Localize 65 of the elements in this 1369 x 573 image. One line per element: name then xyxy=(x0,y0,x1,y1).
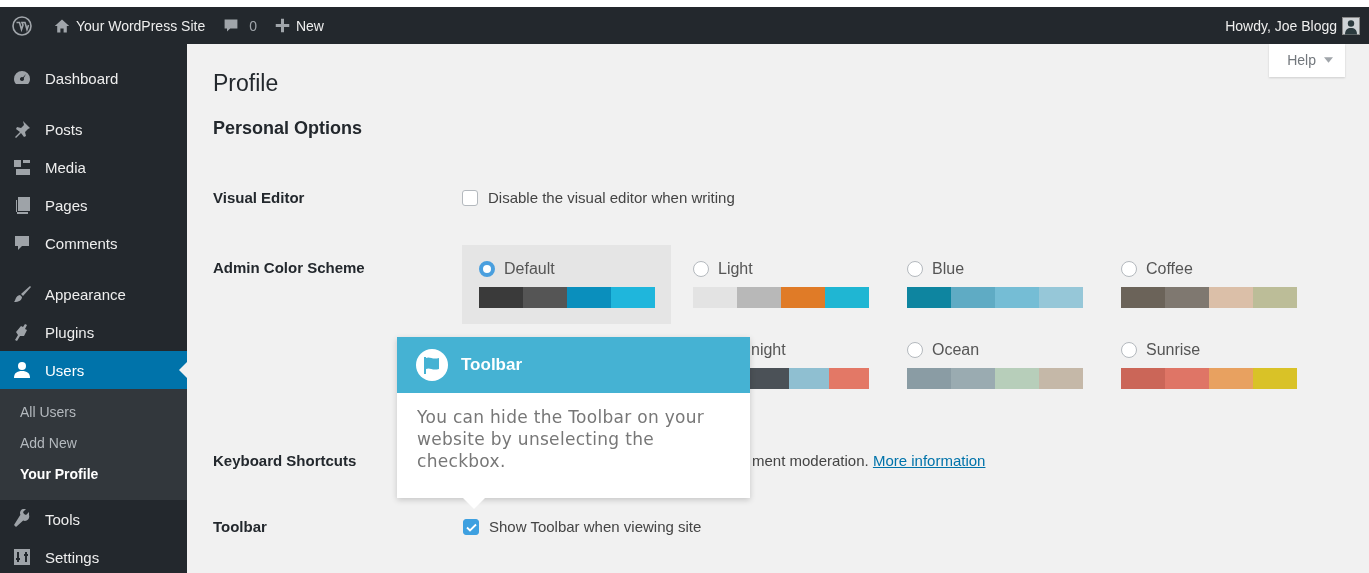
more-information-link[interactable]: More information xyxy=(872,452,986,469)
scheme-name: Default xyxy=(504,260,555,278)
flag-icon xyxy=(415,348,449,382)
new-link[interactable]: New xyxy=(274,17,324,34)
submenu-item[interactable]: Add New xyxy=(0,428,187,459)
sidebar-menu-item[interactable]: Tools xyxy=(0,500,187,538)
sidebar-menu-item[interactable]: Dashboard xyxy=(0,59,187,97)
user-account-link[interactable]: Howdy, Joe Blogg xyxy=(1225,16,1360,35)
sidebar-menu-item[interactable]: Media xyxy=(0,148,187,186)
field-label: Admin Color Scheme xyxy=(213,258,365,278)
color-scheme-option[interactable]: Coffee xyxy=(1104,245,1313,324)
wrench-icon xyxy=(12,509,32,529)
sidebar-menu-item[interactable]: Plugins xyxy=(0,313,187,351)
sidebar-menu-item[interactable]: Comments xyxy=(0,224,187,262)
field-label: Keyboard Shortcuts xyxy=(213,451,357,471)
submenu-item[interactable]: Your Profile xyxy=(0,459,187,490)
help-tab[interactable]: Help xyxy=(1269,44,1345,77)
speech-bubble-icon xyxy=(223,17,240,34)
radio-button[interactable] xyxy=(1121,261,1137,277)
scheme-name: Sunrise xyxy=(1146,341,1201,359)
color-scheme-option[interactable]: Sunrise xyxy=(1104,326,1313,405)
radio-button[interactable] xyxy=(907,261,923,277)
sidebar-menu-item[interactable]: Posts xyxy=(0,110,187,148)
scheme-name: Light xyxy=(718,260,753,278)
speech-bubble-icon xyxy=(12,233,32,253)
checkbox-option[interactable]: Show Toolbar when viewing site xyxy=(463,515,702,539)
scheme-name: Blue xyxy=(932,260,965,278)
tooltip-text: You can hide the Toolbar on your website by unselecting the checkbox. xyxy=(416,406,706,473)
checkmark-icon xyxy=(465,522,477,532)
sliders-icon xyxy=(12,547,32,567)
checkbox[interactable] xyxy=(463,519,479,535)
sidebar-menu-item[interactable]: Appearance xyxy=(0,275,187,313)
media-icon xyxy=(12,157,32,177)
caret-icon xyxy=(1324,57,1333,63)
checkbox-option[interactable]: Disable the visual editor when writing xyxy=(462,186,735,210)
sidebar-menu-item[interactable]: Pages xyxy=(0,186,187,224)
radio-button[interactable] xyxy=(693,261,709,277)
checkbox[interactable] xyxy=(462,190,478,206)
color-scheme-option[interactable]: Ocean xyxy=(890,326,1099,405)
color-scheme-option[interactable]: Light xyxy=(676,245,885,324)
paintbrush-icon xyxy=(12,284,32,304)
scheme-name: night xyxy=(751,341,786,359)
sidebar-menu-item[interactable]: Users xyxy=(0,351,187,389)
sidebar-menu-item[interactable]: Settings xyxy=(0,538,187,573)
radio-button[interactable] xyxy=(1121,342,1137,358)
scheme-name: Ocean xyxy=(932,341,980,359)
page-title: Profile xyxy=(213,69,280,98)
comments-link[interactable]: 0 xyxy=(223,17,257,34)
wordpress-logo-icon[interactable] xyxy=(12,15,32,36)
radio-button[interactable] xyxy=(907,342,923,358)
home-icon xyxy=(54,17,70,34)
field-label: Toolbar xyxy=(213,517,267,537)
tooltip-title: Toolbar xyxy=(461,355,523,375)
field-label: Visual Editor xyxy=(213,188,305,208)
color-scheme-option[interactable]: night xyxy=(676,326,885,405)
person-icon xyxy=(12,360,32,380)
submenu-item[interactable]: All Users xyxy=(0,397,187,428)
color-scheme-option[interactable]: Default xyxy=(462,245,671,324)
section-heading: Personal Options xyxy=(213,117,364,140)
site-name-link[interactable]: Your WordPress Site xyxy=(54,17,206,34)
avatar xyxy=(1342,16,1360,35)
radio-button[interactable] xyxy=(479,261,495,277)
color-scheme-option[interactable]: Blue xyxy=(890,245,1099,324)
plus-icon xyxy=(274,18,290,33)
scheme-name: Coffee xyxy=(1146,260,1193,278)
